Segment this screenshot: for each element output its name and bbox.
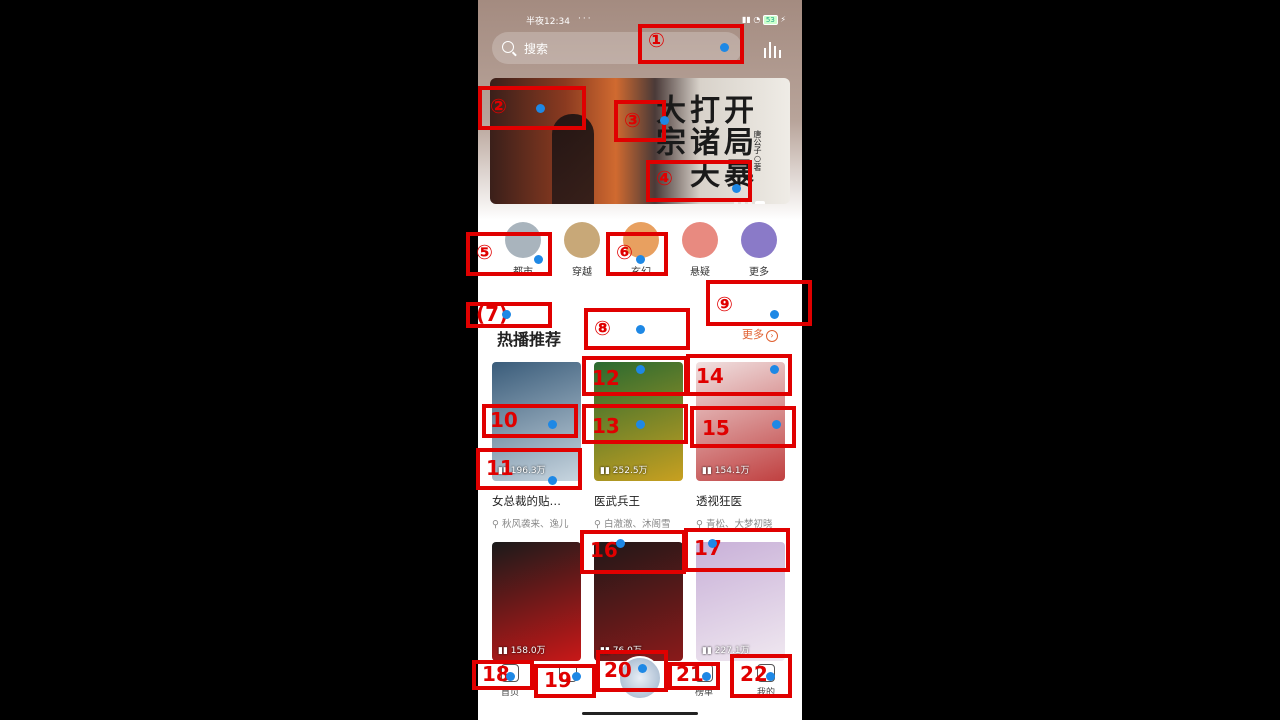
annotation-box: 14 — [686, 354, 792, 396]
annotation-number: 20 — [604, 658, 632, 682]
annotation-dot — [769, 309, 779, 319]
book-authors: ⚲ 白澈澈、沐阁雪 — [594, 519, 671, 530]
annotation-number: 10 — [490, 408, 518, 432]
signal-icon: ▮▮ ◔ — [742, 15, 763, 24]
annotation-number: 11 — [486, 456, 514, 480]
annotation-box: 20 — [596, 650, 668, 692]
annotation-dot — [707, 538, 717, 548]
annotation-dot — [505, 671, 515, 681]
status-notification-icons: ··· — [578, 14, 593, 24]
category-label: 悬疑 — [690, 267, 710, 278]
annotation-dot — [635, 419, 645, 429]
play-count: ▮▮ 154.1万 — [702, 466, 750, 476]
annotation-dot — [771, 419, 781, 429]
annotation-box: 11 — [476, 448, 582, 490]
annotation-dot — [571, 671, 581, 681]
category-label: 更多 — [749, 267, 769, 278]
grid-icon — [741, 222, 777, 258]
annotation-dot — [615, 538, 625, 548]
annotation-dot — [535, 103, 545, 113]
annotation-dot — [547, 475, 557, 485]
annotation-box: 10 — [482, 404, 578, 438]
annotation-box: ⑤ — [466, 232, 552, 276]
annotation-number: ⑧ — [594, 316, 611, 340]
annotation-box: ② — [478, 86, 586, 130]
annotation-box: 22 — [730, 654, 792, 698]
annotation-number: 16 — [590, 538, 618, 562]
annotation-number: 15 — [702, 416, 730, 440]
play-count: ▮▮ 252.5万 — [600, 466, 648, 476]
annotation-number: 19 — [544, 668, 572, 692]
section-title: 热播推荐 — [497, 330, 562, 349]
banner-author: 唐公子○著 — [753, 130, 762, 171]
book-title: 透视狂医 — [696, 494, 742, 508]
annotation-number: ④ — [656, 166, 673, 190]
annotation-box: 17 — [684, 528, 790, 572]
helmet-icon — [682, 222, 718, 258]
annotation-box: 19 — [534, 664, 596, 698]
annotation-dot — [701, 671, 711, 681]
search-icon — [502, 41, 514, 53]
play-count: ▮▮ 158.0万 — [498, 646, 546, 656]
annotation-dot — [635, 364, 645, 374]
annotation-dot — [533, 254, 543, 264]
ranking-icon[interactable] — [762, 40, 784, 58]
annotation-number: ③ — [624, 108, 641, 132]
category-4[interactable]: 更多 — [734, 222, 784, 278]
annotation-number: ⑨ — [716, 292, 733, 316]
annotation-number: ② — [490, 94, 507, 118]
annotation-box: 18 — [472, 660, 534, 690]
book-title: 女总裁的贴… — [492, 494, 561, 508]
annotation-dot — [501, 309, 511, 319]
book-title: 医武兵王 — [594, 494, 640, 508]
home-indicator — [582, 712, 698, 715]
category-1[interactable]: 穿越 — [557, 222, 607, 278]
annotation-box: 16 — [580, 530, 686, 574]
category-3[interactable]: 悬疑 — [675, 222, 725, 278]
more-link[interactable]: 更多 › — [742, 326, 778, 342]
annotation-dot — [659, 115, 669, 125]
category-label: 穿越 — [572, 267, 592, 278]
status-right-icons: ▮▮ ◔ 53 ⚡ — [742, 15, 786, 25]
annotation-number: 14 — [696, 364, 724, 388]
annotation-box: ④ — [646, 160, 752, 202]
annotation-number: ① — [648, 28, 665, 52]
annotation-dot — [731, 183, 741, 193]
annotation-dot — [637, 663, 647, 673]
chevron-right-icon: › — [766, 330, 778, 342]
annotation-box: ⑥ — [606, 232, 668, 276]
annotation-dot — [635, 254, 645, 264]
book-card[interactable]: ▮▮ 196.3万 女总裁的贴… ⚲ 秋风袭来、逸儿 — [492, 362, 581, 530]
battery-icon: 53 — [762, 15, 778, 25]
annotation-box: 12 — [582, 356, 688, 396]
more-label: 更多 — [742, 328, 764, 341]
book-cover[interactable]: ▮▮ 158.0万 — [492, 542, 581, 661]
annotation-number: 12 — [592, 366, 620, 390]
charging-icon: ⚡ — [780, 15, 786, 24]
annotation-box: 21 — [668, 662, 720, 690]
annotation-number: ⑥ — [616, 240, 633, 264]
annotation-dot — [765, 671, 775, 681]
spiral-icon — [564, 222, 600, 258]
annotation-number: 13 — [592, 414, 620, 438]
annotation-box: ③ — [614, 100, 666, 142]
annotation-number: 21 — [676, 662, 704, 686]
annotation-dot — [547, 419, 557, 429]
annotation-dot — [769, 364, 779, 374]
book-authors: ⚲ 秋风袭来、逸儿 — [492, 519, 569, 530]
annotation-number: 22 — [740, 662, 768, 686]
annotation-box: ⑨ — [706, 280, 812, 326]
search-placeholder: 搜索 — [524, 42, 549, 56]
annotation-dot — [719, 42, 729, 52]
annotation-number: ⑤ — [476, 240, 493, 264]
annotation-dot — [635, 324, 645, 334]
status-time: 半夜12:34 — [526, 17, 570, 27]
